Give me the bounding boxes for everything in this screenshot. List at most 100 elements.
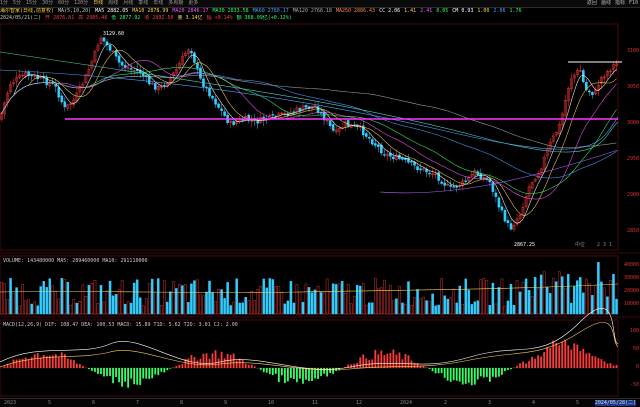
candle bbox=[129, 68, 133, 70]
draw-line-button[interactable]: 画线 bbox=[601, 0, 611, 7]
volume-bar bbox=[334, 284, 338, 315]
volume-bar bbox=[567, 273, 570, 315]
period-toolbar: 1分 5分 15分 30分 60分 120分 日线 周线 月线 季线 年线 多周期 更多 返回 画线 指标 F… bbox=[0, 0, 640, 8]
candle bbox=[419, 168, 422, 171]
volume-bar bbox=[90, 283, 94, 315]
volume-bar bbox=[563, 287, 567, 315]
candle bbox=[217, 103, 220, 108]
volume-bar bbox=[362, 283, 365, 315]
period-tab[interactable]: 更多 bbox=[188, 0, 198, 7]
volume-bar bbox=[524, 278, 528, 315]
volume-bar bbox=[358, 285, 362, 315]
volume-bar bbox=[509, 283, 513, 315]
volume-bar bbox=[337, 283, 341, 315]
period-tab[interactable]: 多周期 bbox=[168, 0, 183, 7]
candle bbox=[120, 61, 124, 66]
volume-bar bbox=[123, 303, 127, 315]
back-button[interactable]: 返回 bbox=[587, 0, 597, 7]
time-label: 8 bbox=[180, 400, 184, 406]
candle bbox=[108, 45, 112, 51]
kline-chart[interactable]: 3129.60 2867.25 中位 2 3 1 3100 3050 3000 2950 290… bbox=[0, 22, 640, 400]
volume-bar bbox=[292, 302, 296, 315]
volume-bar bbox=[199, 294, 202, 315]
volume-bar bbox=[268, 278, 272, 315]
candle bbox=[374, 143, 377, 146]
candle bbox=[30, 74, 33, 77]
volume-bar bbox=[458, 285, 461, 315]
volume-bar bbox=[6, 299, 9, 315]
period-tab[interactable]: 周线 bbox=[108, 0, 118, 7]
volume-bar bbox=[512, 304, 516, 315]
volume-bar bbox=[60, 278, 64, 315]
volume-bar bbox=[250, 291, 253, 315]
volume-bar bbox=[473, 301, 477, 315]
period-tab[interactable]: 15分 bbox=[26, 0, 37, 7]
candle bbox=[271, 114, 275, 116]
volume-bar bbox=[160, 305, 163, 315]
period-tab[interactable]: 年线 bbox=[153, 0, 163, 7]
period-tab[interactable]: 1分 bbox=[0, 0, 8, 7]
volume-bar bbox=[386, 290, 389, 315]
time-label: 4 bbox=[532, 400, 536, 406]
dea-line bbox=[0, 322, 619, 371]
ma-value-4: MA60 2780.17 bbox=[252, 8, 289, 14]
macd-tick: 0 bbox=[636, 364, 639, 370]
volume-bar bbox=[141, 305, 145, 315]
volume-bar bbox=[455, 302, 458, 315]
candle bbox=[452, 186, 456, 188]
volume-bar bbox=[380, 287, 383, 315]
volume-bar bbox=[491, 282, 495, 315]
volume-bar bbox=[404, 303, 407, 315]
volume-bar bbox=[612, 274, 615, 315]
candle bbox=[54, 84, 58, 87]
indicator-button[interactable]: 指标 bbox=[615, 0, 625, 7]
volume-bar bbox=[343, 293, 347, 315]
period-tab[interactable]: 5分 bbox=[13, 0, 21, 7]
period-tab[interactable]: 月线 bbox=[123, 0, 133, 7]
volume-bar bbox=[389, 285, 392, 315]
ohlc-value-2: 低 2877.92 bbox=[111, 15, 141, 21]
candle bbox=[383, 154, 386, 156]
volume-bar bbox=[560, 276, 564, 315]
period-tab-active[interactable]: 日线 bbox=[93, 0, 103, 7]
ma-params: MA(5,10,20) bbox=[58, 8, 92, 14]
period-tab[interactable]: 30分 bbox=[42, 0, 53, 7]
ma-value-2: MA20 2846.17 bbox=[172, 8, 209, 14]
candle bbox=[588, 90, 591, 93]
volume-bar bbox=[69, 304, 73, 315]
volume-bar bbox=[205, 291, 208, 315]
time-label: 12 bbox=[356, 400, 363, 406]
stock-name: 海尔智家(日线,前复权) bbox=[0, 8, 55, 14]
candle bbox=[464, 180, 468, 182]
candle bbox=[214, 98, 217, 105]
volume-bar bbox=[262, 278, 266, 315]
ma60-line bbox=[1, 73, 617, 179]
volume-bar bbox=[36, 305, 39, 315]
volume-bar bbox=[506, 300, 510, 315]
volume-bar bbox=[497, 287, 501, 315]
volume-bar bbox=[392, 300, 395, 315]
volume-bar bbox=[96, 303, 100, 315]
candle bbox=[377, 144, 380, 147]
volume-bar bbox=[93, 280, 97, 315]
period-tab[interactable]: 季线 bbox=[138, 0, 148, 7]
volume-bar bbox=[166, 301, 169, 315]
volume-bar bbox=[542, 271, 546, 315]
dif-line bbox=[0, 307, 619, 370]
volume-bar bbox=[298, 291, 302, 315]
price-tick: 2900 bbox=[627, 192, 639, 198]
ma-value-3: MA30 2833.58 bbox=[212, 8, 249, 14]
candle bbox=[364, 133, 368, 137]
period-tab[interactable]: 120分 bbox=[74, 0, 88, 7]
ma-legend: 海尔智家(日线,前复权) MA(5,10,20) MA5 2882.05 MA10 2… bbox=[0, 8, 640, 15]
macd-tick: 100 bbox=[630, 328, 639, 334]
f10-button[interactable]: F10 bbox=[629, 0, 638, 7]
candle bbox=[485, 178, 489, 180]
volume-bar bbox=[81, 284, 85, 315]
candle bbox=[443, 182, 446, 186]
volume-bar bbox=[588, 283, 591, 315]
ma-values: MA5 2882.05 MA10 2878.99 MA20 2846.17 MA30 … bbox=[95, 8, 525, 14]
time-label: 10 bbox=[268, 400, 275, 406]
period-tab[interactable]: 60分 bbox=[58, 0, 69, 7]
volume-bar bbox=[9, 278, 12, 315]
